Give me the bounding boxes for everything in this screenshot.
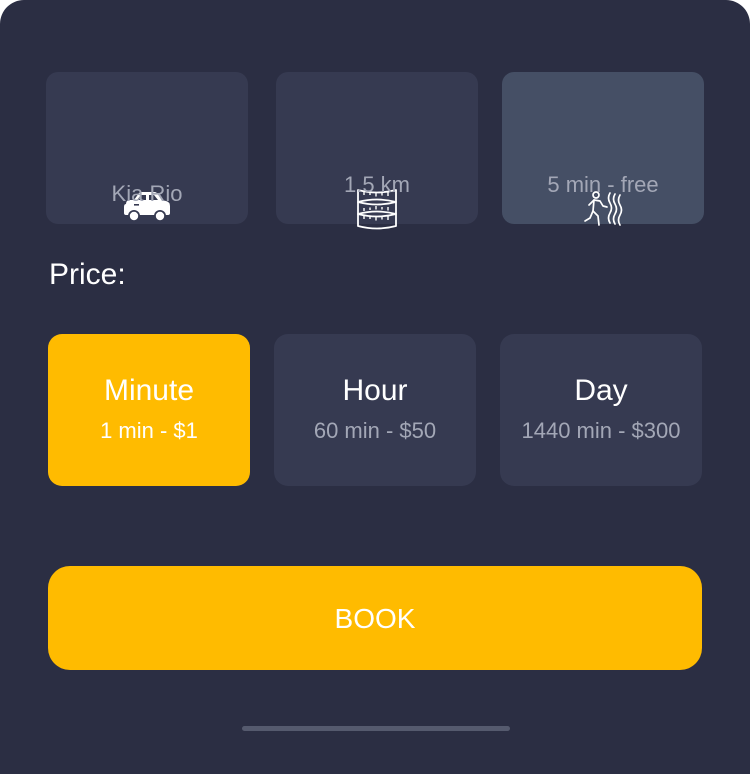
home-indicator[interactable]: [242, 726, 510, 731]
walk-time-label: 5 min - free: [547, 172, 659, 197]
price-option-detail: 60 min - $50: [313, 418, 437, 443]
price-option-detail: 1440 min - $300: [521, 418, 681, 443]
price-option-title: Minute: [103, 374, 195, 407]
walk-info-card[interactable]: 5 min - free: [502, 72, 704, 226]
distance-info-card[interactable]: 1.5 km: [276, 72, 478, 230]
price-option-title: Day: [574, 374, 628, 407]
price-option-day[interactable]: Day 1440 min - $300: [500, 334, 702, 486]
price-option-minute[interactable]: Minute 1 min - $1: [48, 334, 250, 486]
price-option-detail: 1 min - $1: [100, 418, 198, 443]
distance-label: 1.5 km: [343, 172, 411, 197]
car-model-label: Kia Rio: [111, 181, 183, 206]
book-button[interactable]: BOOK: [48, 566, 702, 670]
booking-sheet: Kia Rio 1.5 km 5 min - free Price: Minut…: [0, 0, 750, 774]
car-info-card[interactable]: Kia Rio: [46, 72, 248, 224]
price-option-title: Hour: [342, 374, 408, 407]
price-heading: Price:: [49, 258, 126, 291]
price-option-hour[interactable]: Hour 60 min - $50: [274, 334, 476, 486]
